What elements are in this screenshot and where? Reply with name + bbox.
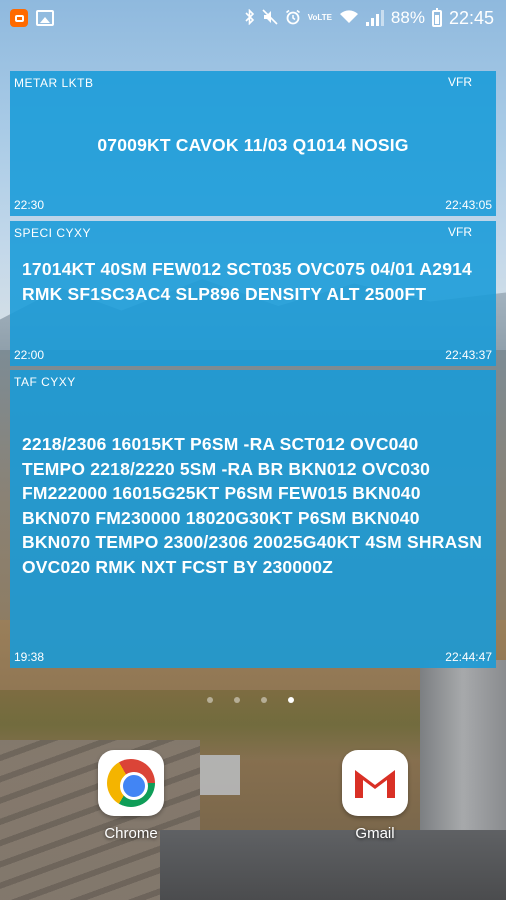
- metar-widget[interactable]: METAR LKTB VFR 07009KT CAVOK 11/03 Q1014…: [10, 71, 496, 216]
- weather-report-text: 07009KT CAVOK 11/03 Q1014 NOSIG: [97, 135, 409, 155]
- app-label: Chrome: [104, 825, 158, 842]
- page-dot[interactable]: [261, 697, 267, 703]
- widget-station-title: METAR LKTB: [14, 76, 94, 90]
- battery-icon: [431, 7, 442, 27]
- gallery-icon: [36, 10, 54, 26]
- flight-rules-badge: VFR: [448, 225, 472, 239]
- clock-time: 22:45: [448, 7, 494, 28]
- page-indicator[interactable]: [207, 697, 294, 703]
- updated-time: 22:43:37: [445, 348, 492, 362]
- bluetooth-icon: [245, 8, 255, 28]
- weather-report-text: 17014KT 40SM FEW012 SCT035 OVC075 04/01 …: [22, 259, 472, 304]
- wifi-icon: [339, 9, 359, 27]
- volte-icon: VoLTE: [307, 13, 332, 22]
- taf-widget[interactable]: TAF CYXY 2218/2306 16015KT P6SM -RA SCT0…: [10, 370, 496, 668]
- app-notification-icon: [10, 9, 28, 27]
- widget-station-title: TAF CYXY: [14, 375, 76, 389]
- page-dot-active[interactable]: [288, 697, 294, 703]
- chrome-icon[interactable]: [98, 750, 164, 816]
- status-bar[interactable]: VoLTE 88% 22:45: [0, 0, 506, 36]
- app-label: Gmail: [355, 825, 395, 842]
- chrome-app-shortcut[interactable]: Chrome: [86, 750, 176, 842]
- gmail-icon[interactable]: [342, 750, 408, 816]
- gmail-app-shortcut[interactable]: Gmail: [330, 750, 420, 842]
- observation-time: 19:38: [14, 650, 45, 664]
- speci-widget[interactable]: SPECI CYXY VFR 17014KT 40SM FEW012 SCT03…: [10, 221, 496, 366]
- signal-icon: [365, 10, 384, 26]
- updated-time: 22:43:05: [445, 198, 492, 212]
- notification-icons: [10, 9, 54, 27]
- flight-rules-badge: VFR: [448, 75, 472, 89]
- page-dot[interactable]: [207, 697, 213, 703]
- mute-icon: [262, 8, 278, 28]
- alarm-icon: [285, 9, 301, 28]
- page-dot[interactable]: [234, 697, 240, 703]
- battery-percent: 88%: [390, 8, 425, 27]
- wallpaper-pillar: [420, 660, 506, 840]
- system-icons: VoLTE 88% 22:45: [245, 7, 494, 29]
- wallpaper-block: [200, 755, 240, 795]
- widget-station-title: SPECI CYXY: [14, 226, 92, 240]
- updated-time: 22:44:47: [445, 650, 492, 664]
- observation-time: 22:30: [14, 198, 45, 212]
- observation-time: 22:00: [14, 348, 45, 362]
- weather-report-text: 2218/2306 16015KT P6SM -RA SCT012 OVC040…: [22, 434, 483, 577]
